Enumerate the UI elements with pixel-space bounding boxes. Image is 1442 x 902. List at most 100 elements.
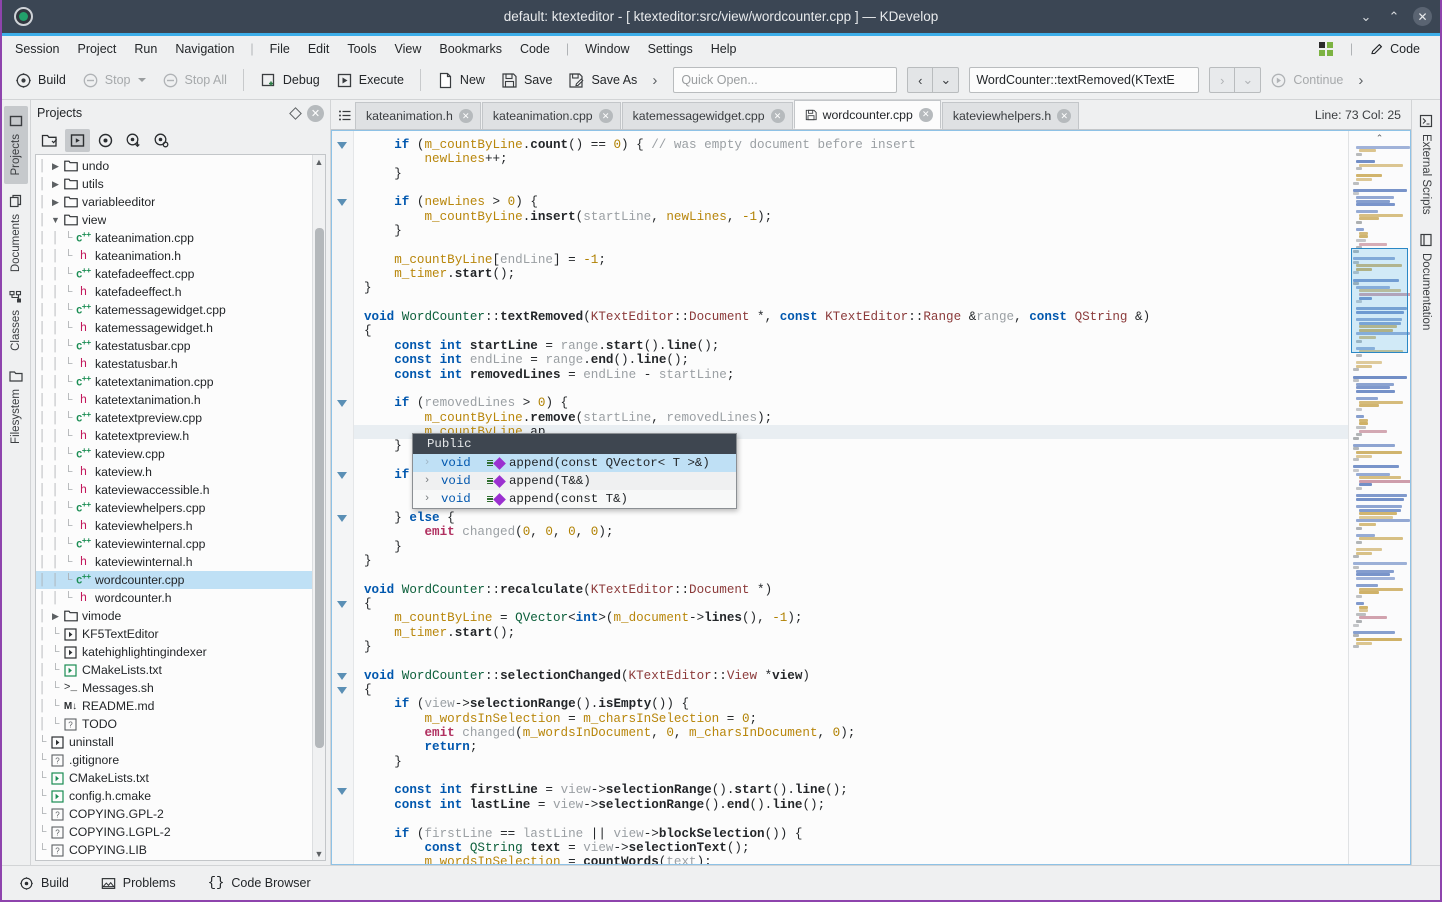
tree-item-selected[interactable]: │ │ └ C++ wordcounter.cpp (36, 571, 312, 589)
tree-item[interactable]: │ │ └ h kateview.h (36, 463, 312, 481)
tree-item[interactable]: └? COPYING.GPL-2 (36, 805, 312, 823)
menu-file[interactable]: File (261, 39, 299, 59)
editor-tab-wordcounter-cpp[interactable]: wordcounter.cpp ✕ (793, 100, 941, 129)
scroll-track[interactable] (313, 168, 326, 847)
expand-chevron-icon[interactable]: › (419, 493, 435, 505)
status-problems-button[interactable]: Problems (96, 873, 181, 894)
close-panel-icon[interactable]: ✕ (307, 104, 324, 122)
tree-expander-icon[interactable]: ▶ (49, 197, 62, 208)
tree-item[interactable]: │ │ └ h katefadeeffect.h (36, 283, 312, 301)
sidebar-item-filesystem[interactable]: Filesystem (4, 361, 28, 452)
sidebar-item-external-scripts[interactable]: External Scripts (1414, 106, 1438, 223)
menu-settings[interactable]: Settings (639, 39, 702, 59)
tree-item[interactable]: │ │ └ C++ katemessagewidget.cpp (36, 301, 312, 319)
context-browser-box[interactable]: WordCounter::textRemoved(KTextE (969, 67, 1200, 93)
float-panel-icon[interactable] (289, 106, 302, 120)
tree-item[interactable]: │ └ M↓ README.md (36, 697, 312, 715)
expand-chevron-icon[interactable]: › (419, 475, 435, 487)
area-switcher-code[interactable]: Code (1362, 40, 1428, 58)
fold-triangle-icon[interactable] (337, 672, 347, 680)
tree-item[interactable]: └ uninstall (36, 733, 312, 751)
fold-triangle-icon[interactable] (337, 787, 347, 795)
minimap-up-icon[interactable]: ⌃ (1349, 131, 1410, 145)
save-as-button[interactable]: Save As (561, 68, 644, 93)
nav-forward-dropdown[interactable]: ⌄ (1235, 67, 1262, 93)
tree-item[interactable]: │ │ └ C++ kateview.cpp (36, 445, 312, 463)
quick-open-input[interactable] (673, 67, 898, 93)
nav-forward-button[interactable]: › (1209, 67, 1236, 93)
tree-item[interactable]: │ │ └ h katestatusbar.h (36, 355, 312, 373)
tree-item[interactable]: │ └ KF5TextEditor (36, 625, 312, 643)
project-tree[interactable]: │ ▶ undo │ ▶ utils │ ▶ variableeditor │ ▼ view │ │ └ C+… (36, 155, 312, 860)
toolbar-end-overflow-button[interactable]: › (1352, 70, 1369, 91)
fold-triangle-icon[interactable] (337, 199, 347, 207)
tree-item[interactable]: └? COPYING.LGPL-2 (36, 823, 312, 841)
continue-button[interactable]: Continue (1263, 68, 1350, 93)
menu-help[interactable]: Help (702, 39, 746, 59)
status-code-browser-button[interactable]: {} Code Browser (203, 872, 316, 894)
menu-run[interactable]: Run (125, 39, 166, 59)
tab-list-icon[interactable] (335, 101, 355, 129)
nav-back-button[interactable]: ‹ (907, 67, 934, 93)
tree-item[interactable]: │ │ └ h wordcounter.h (36, 589, 312, 607)
save-button[interactable]: Save (494, 68, 560, 93)
editor-tab-kateviewhelpers-h[interactable]: kateviewhelpers.h ✕ (941, 102, 1080, 129)
tree-item[interactable]: │ ▶ undo (36, 157, 312, 175)
tree-item[interactable]: │ └ katehighlightingindexer (36, 643, 312, 661)
scroll-up-icon[interactable]: ▲ (313, 155, 326, 168)
sidebar-item-documentation[interactable]: Documentation (1414, 225, 1438, 338)
tab-close-icon[interactable]: ✕ (918, 107, 933, 122)
tab-close-icon[interactable]: ✕ (598, 109, 613, 123)
tree-item[interactable]: └? .gitignore (36, 751, 312, 769)
editor-tab-katemessagewidget-cpp[interactable]: katemessagewidget.cpp ✕ (621, 102, 793, 129)
fold-triangle-icon[interactable] (337, 687, 347, 695)
tree-expander-icon[interactable]: ▶ (49, 161, 62, 172)
close-icon[interactable]: ✕ (1413, 7, 1432, 26)
editor-tab-kateanimation-h[interactable]: kateanimation.h ✕ (355, 102, 481, 129)
tree-item[interactable]: │ │ └ h katetextanimation.h (36, 391, 312, 409)
tab-close-icon[interactable]: ✕ (458, 109, 473, 123)
tree-item[interactable]: │ │ └ h kateviewaccessible.h (36, 481, 312, 499)
scroll-thumb[interactable] (314, 228, 324, 748)
tree-item[interactable]: │ │ └ C++ katetextanimation.cpp (36, 373, 312, 391)
tree-item[interactable]: │ └? TODO (36, 715, 312, 733)
minimize-icon[interactable]: ⌄ (1357, 8, 1375, 26)
sidebar-item-projects[interactable]: Projects (4, 106, 28, 184)
code-completion-popup[interactable]: Public › void append(const QVector< T >&… (412, 433, 737, 509)
fold-triangle-icon[interactable] (337, 515, 347, 523)
stop-all-button[interactable]: Stop All (155, 68, 234, 93)
tree-item[interactable]: │ │ └ h katemessagewidget.h (36, 319, 312, 337)
completion-item-0[interactable]: › void append(const QVector< T >&) (413, 454, 736, 472)
configure-icon[interactable] (149, 129, 174, 152)
tree-expander-icon[interactable]: ▶ (49, 611, 62, 622)
tree-item[interactable]: │ ▼ view (36, 211, 312, 229)
stop-button[interactable]: Stop (75, 68, 153, 93)
build-button[interactable]: Build (8, 68, 73, 93)
fold-triangle-icon[interactable] (337, 472, 347, 480)
tree-item[interactable]: │ │ └ C++ kateanimation.cpp (36, 229, 312, 247)
toolbar-overflow-button[interactable]: › (646, 70, 663, 91)
menu-window[interactable]: Window (576, 39, 638, 59)
sidebar-item-documents[interactable]: Documents (4, 186, 28, 280)
menu-tools[interactable]: Tools (338, 39, 385, 59)
tree-item[interactable]: └ config.h.cmake (36, 787, 312, 805)
scroll-down-icon[interactable]: ▼ (313, 847, 326, 860)
chevron-down-icon[interactable] (137, 78, 146, 82)
menu-view[interactable]: View (386, 39, 431, 59)
fold-triangle-icon[interactable] (337, 400, 347, 408)
tree-item[interactable]: └ CMakeLists.txt (36, 769, 312, 787)
new-button[interactable]: New (430, 68, 492, 93)
tree-item[interactable]: │ │ └ h kateanimation.h (36, 247, 312, 265)
tree-item[interactable]: │ │ └ C++ katefadeeffect.cpp (36, 265, 312, 283)
tree-item[interactable]: │ ▶ utils (36, 175, 312, 193)
nav-back-dropdown[interactable]: ⌄ (933, 67, 960, 93)
fold-gutter[interactable] (332, 131, 354, 864)
tree-item[interactable]: │ │ └ C++ kateviewinternal.cpp (36, 535, 312, 553)
grid-icon[interactable] (1318, 41, 1333, 56)
menu-navigation[interactable]: Navigation (166, 39, 243, 59)
open-project-icon[interactable] (37, 129, 62, 152)
code-editor[interactable]: if (m_countByLine.count() == 0) { // was… (331, 130, 1411, 865)
tree-item[interactable]: │ └ >_ Messages.sh (36, 679, 312, 697)
project-selection-icon[interactable] (65, 128, 90, 152)
tree-item[interactable]: │ │ └ h kateviewinternal.h (36, 553, 312, 571)
